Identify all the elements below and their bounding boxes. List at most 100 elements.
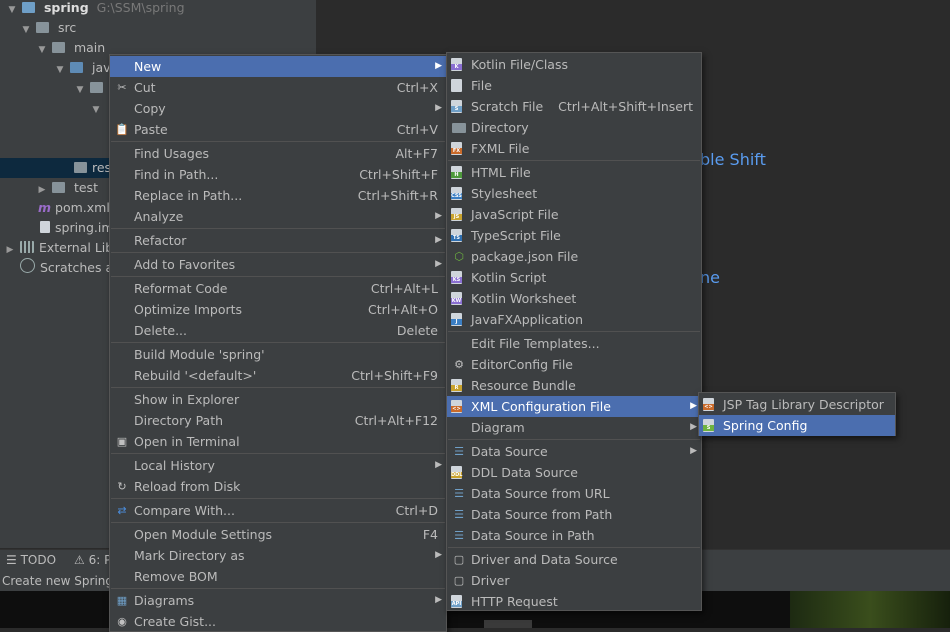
file-badge: K — [451, 64, 462, 70]
menu-item-analyze[interactable]: Analyze ▶ — [110, 206, 446, 227]
menu-item-diagrams[interactable]: ▦ Diagrams ▶ — [110, 590, 446, 611]
menu-item-package-json-file[interactable]: ⬡ package.json File — [447, 246, 701, 267]
menu-item-rebuild-default[interactable]: Rebuild '<default>' Ctrl+Shift+F9 — [110, 365, 446, 386]
expand-arrow-icon[interactable]: ▼ — [90, 100, 102, 120]
menu-item-http-request[interactable]: API HTTP Request — [447, 591, 701, 612]
menu-item-javafxapplication[interactable]: J JavaFXApplication — [447, 309, 701, 330]
menu-item-reformat-code[interactable]: Reformat Code Ctrl+Alt+L — [110, 278, 446, 299]
package-icon — [89, 82, 103, 93]
menu-item-label: Driver and Data Source — [471, 552, 618, 567]
menu-item-ddl-data-source[interactable]: DDL DDL Data Source — [447, 462, 701, 483]
menu-item-add-to-favorites[interactable]: Add to Favorites ▶ — [110, 254, 446, 275]
file-icon — [451, 79, 462, 92]
menu-item-html-file[interactable]: H HTML File — [447, 162, 701, 183]
file-badge: H — [451, 172, 462, 178]
menu-item-optimize-imports[interactable]: Optimize Imports Ctrl+Alt+O — [110, 299, 446, 320]
tool-tab-todo[interactable]: ☰ TODO — [6, 551, 56, 569]
tree-label: spring — [43, 0, 89, 15]
menu-item-reload-from-disk[interactable]: ↻ Reload from Disk — [110, 476, 446, 497]
menu-item-driver-and-data-source[interactable]: ▢ Driver and Data Source — [447, 549, 701, 570]
menu-item-copy[interactable]: Copy ▶ — [110, 98, 446, 119]
menu-item-label: Spring Config — [723, 418, 808, 433]
menu-item-data-source-from-url[interactable]: ☰ Data Source from URL — [447, 483, 701, 504]
file-badge: API — [451, 601, 462, 607]
tree-row-test[interactable]: ▶ test — [36, 178, 98, 198]
menu-item-data-source[interactable]: ☰ Data Source ▶ — [447, 441, 701, 462]
menu-item-diagram[interactable]: Diagram ▶ — [447, 417, 701, 438]
expand-arrow-icon[interactable]: ▼ — [54, 60, 66, 80]
tree-row-iml[interactable]: spring.im — [40, 218, 114, 238]
menu-separator — [111, 588, 445, 589]
menu-item-label: TypeScript File — [471, 228, 561, 243]
menu-item-stylesheet[interactable]: CSS Stylesheet — [447, 183, 701, 204]
menu-item-directory[interactable]: Directory — [447, 117, 701, 138]
menu-item-typescript-file[interactable]: TS TypeScript File — [447, 225, 701, 246]
menu-item-show-in-explorer[interactable]: Show in Explorer — [110, 389, 446, 410]
menu-item-directory-path[interactable]: Directory Path Ctrl+Alt+F12 — [110, 410, 446, 431]
menu-item-kotlin-file-class[interactable]: K Kotlin File/Class — [447, 54, 701, 75]
menu-item-local-history[interactable]: Local History ▶ — [110, 455, 446, 476]
tree-row-pom[interactable]: m pom.xml — [38, 198, 110, 218]
menu-item-create-gist[interactable]: ◉ Create Gist... — [110, 611, 446, 632]
menu-item-open-in-terminal[interactable]: ▣ Open in Terminal — [110, 431, 446, 452]
menu-item-spring-config[interactable]: S Spring Config — [699, 415, 895, 436]
menu-item-fxml-file[interactable]: FX FXML File — [447, 138, 701, 159]
menu-item-compare-with[interactable]: ⇄ Compare With... Ctrl+D — [110, 500, 446, 521]
menu-item-editorconfig-file[interactable]: ⚙ EditorConfig File — [447, 354, 701, 375]
tree-label: jav — [91, 60, 111, 75]
menu-item-delete[interactable]: Delete... Delete — [110, 320, 446, 341]
kotlin-worksheet-icon: KW — [451, 292, 462, 305]
menu-item-kotlin-worksheet[interactable]: KW Kotlin Worksheet — [447, 288, 701, 309]
tool-tab-problems[interactable]: ⚠ 6: P — [74, 551, 111, 569]
collapse-arrow-icon[interactable]: ▶ — [36, 180, 48, 200]
folder-icon — [51, 182, 65, 193]
collapse-arrow-icon[interactable]: ▶ — [4, 240, 16, 260]
menu-item-kotlin-script[interactable]: KS Kotlin Script — [447, 267, 701, 288]
tree-row-java[interactable]: ▼ jav — [54, 58, 111, 78]
tree-row-src[interactable]: ▼ src — [20, 18, 77, 40]
menu-item-label: Build Module 'spring' — [134, 347, 265, 362]
menu-item-jsp-tag-library-descriptor[interactable]: <> JSP Tag Library Descriptor — [699, 394, 895, 415]
expand-arrow-icon[interactable]: ▼ — [36, 40, 48, 60]
database-icon: ☰ — [454, 445, 464, 458]
menu-item-javascript-file[interactable]: JS JavaScript File — [447, 204, 701, 225]
module-path: G:\SSM\spring — [96, 0, 185, 15]
menu-item-refactor[interactable]: Refactor ▶ — [110, 230, 446, 251]
menu-item-new[interactable]: New ▶ — [110, 56, 446, 77]
tree-label: spring.im — [55, 220, 114, 235]
tree-row-package[interactable]: ▼ — [74, 78, 108, 98]
menu-item-find-usages[interactable]: Find Usages Alt+F7 — [110, 143, 446, 164]
file-badge: KW — [451, 298, 462, 304]
taskbar-app-icon[interactable] — [484, 620, 532, 628]
menu-separator — [111, 276, 445, 277]
tree-row-spring[interactable]: ▼ spring G:\SSM\spring — [6, 0, 185, 18]
tree-row-scratches[interactable]: Scratches ar — [20, 258, 118, 278]
menu-item-open-module-settings[interactable]: Open Module Settings F4 — [110, 524, 446, 545]
tree-row-external-libraries[interactable]: ▶ External Libr — [4, 238, 119, 260]
menu-item-find-in-path[interactable]: Find in Path... Ctrl+Shift+F — [110, 164, 446, 185]
menu-item-xml-configuration-file[interactable]: <> XML Configuration File ▶ — [447, 396, 701, 417]
menu-item-resource-bundle[interactable]: R Resource Bundle — [447, 375, 701, 396]
menu-item-shortcut: Ctrl+V — [396, 122, 438, 137]
menu-item-mark-directory-as[interactable]: Mark Directory as ▶ — [110, 545, 446, 566]
expand-arrow-icon[interactable]: ▼ — [74, 80, 86, 100]
menu-item-cut[interactable]: ✂ Cut Ctrl+X — [110, 77, 446, 98]
menu-item-data-source-from-path[interactable]: ☰ Data Source from Path — [447, 504, 701, 525]
editor-hint-search: ble Shift — [700, 150, 766, 169]
menu-item-paste[interactable]: 📋 Paste Ctrl+V — [110, 119, 446, 140]
menu-item-remove-bom[interactable]: Remove BOM — [110, 566, 446, 587]
menu-item-edit-file-templates[interactable]: Edit File Templates... — [447, 333, 701, 354]
expand-arrow-icon[interactable]: ▼ — [20, 20, 32, 40]
menu-item-label: Cut — [134, 80, 156, 95]
menu-item-replace-in-path[interactable]: Replace in Path... Ctrl+Shift+R — [110, 185, 446, 206]
tree-row-subpackage[interactable]: ▼ — [90, 98, 102, 118]
expand-arrow-icon[interactable]: ▼ — [6, 0, 18, 20]
submenu-arrow-icon: ▶ — [435, 460, 442, 470]
menu-item-scratch-file[interactable]: S Scratch File Ctrl+Alt+Shift+Insert — [447, 96, 701, 117]
tree-row-resources[interactable]: res — [0, 158, 111, 178]
menu-item-file[interactable]: File — [447, 75, 701, 96]
tree-row-main[interactable]: ▼ main — [36, 38, 106, 60]
menu-item-driver[interactable]: ▢ Driver — [447, 570, 701, 591]
menu-item-data-source-in-path[interactable]: ☰ Data Source in Path — [447, 525, 701, 546]
menu-item-build-module-spring[interactable]: Build Module 'spring' — [110, 344, 446, 365]
